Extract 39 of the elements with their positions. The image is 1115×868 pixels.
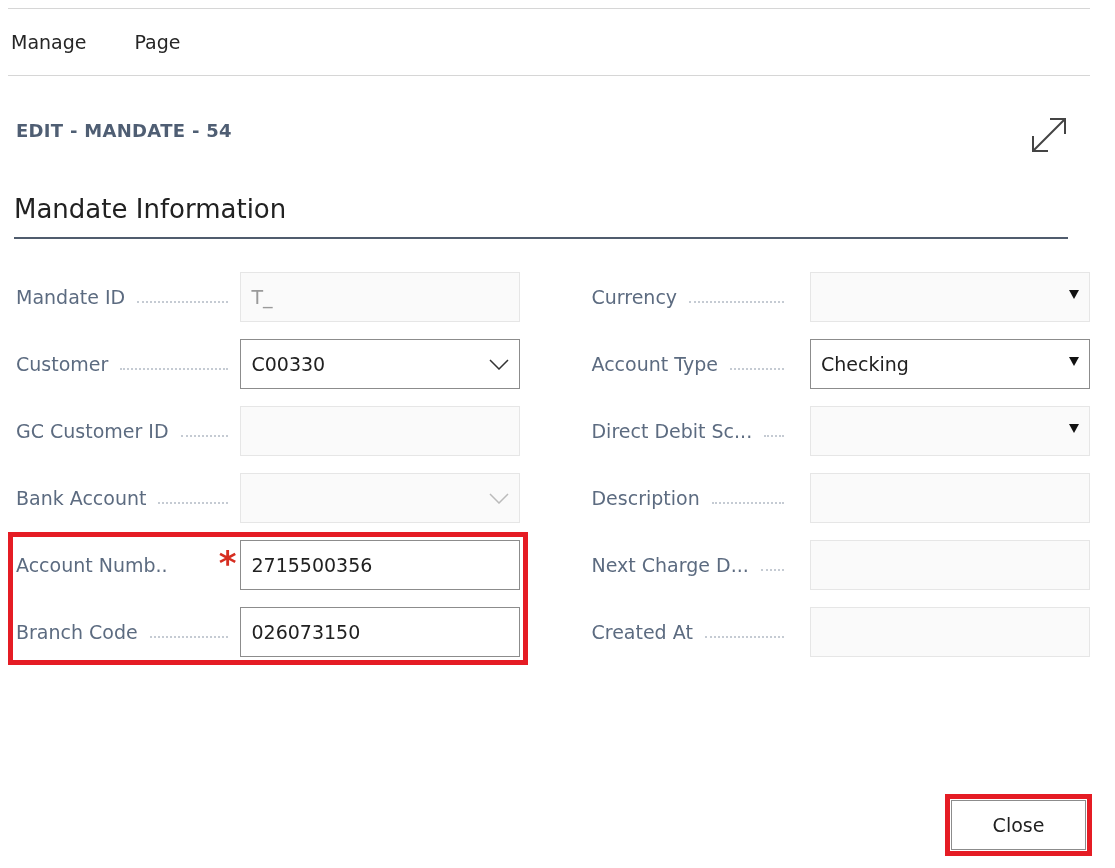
expand-icon[interactable] xyxy=(1030,116,1068,154)
close-button[interactable]: Close xyxy=(951,800,1086,850)
caret-icon[interactable] xyxy=(1069,289,1079,299)
field-label: Account Numb.. xyxy=(16,552,168,578)
required-mark: * xyxy=(218,546,237,580)
input-field[interactable] xyxy=(810,607,1090,657)
field-label: Direct Debit Sc... xyxy=(591,418,753,444)
menu-item[interactable]: Page xyxy=(134,27,181,57)
dropdown-field[interactable] xyxy=(810,272,1090,322)
chevron-down-icon[interactable] xyxy=(489,358,510,370)
field-label: GC Customer ID xyxy=(16,418,169,444)
input-field[interactable] xyxy=(240,406,521,456)
field-label: Currency xyxy=(591,284,678,310)
field-label: Account Type xyxy=(591,351,718,377)
field-label: Bank Account xyxy=(16,485,147,511)
caret-icon[interactable] xyxy=(1069,356,1079,366)
field-label: Customer xyxy=(16,351,109,377)
field-label: Branch Code xyxy=(16,619,138,645)
dot-leader xyxy=(760,569,784,571)
menu-item[interactable]: Manage xyxy=(11,27,87,57)
dropdown-field[interactable]: C00330 xyxy=(240,339,521,389)
dot-leader xyxy=(764,435,784,437)
caret-icon[interactable] xyxy=(1069,423,1079,433)
field-label: Description xyxy=(591,485,700,511)
dot-leader xyxy=(180,435,229,437)
input-field[interactable]: 026073150 xyxy=(240,607,521,657)
dropdown-field[interactable] xyxy=(810,406,1090,456)
dot-leader xyxy=(158,502,229,504)
input-field[interactable]: 2715500356 xyxy=(240,540,521,590)
field-label: Mandate ID xyxy=(16,284,126,310)
input-field[interactable] xyxy=(810,473,1090,523)
dropdown-field[interactable] xyxy=(240,473,521,523)
field-label: Next Charge D... xyxy=(591,552,749,578)
dropdown-field[interactable]: Checking xyxy=(810,339,1090,389)
section-heading: Mandate Information xyxy=(14,190,1068,239)
input-field[interactable] xyxy=(810,540,1090,590)
field-label: Created At xyxy=(591,619,693,645)
page-title: EDIT - MANDATE - 54 xyxy=(16,118,232,143)
dot-leader xyxy=(729,368,784,370)
